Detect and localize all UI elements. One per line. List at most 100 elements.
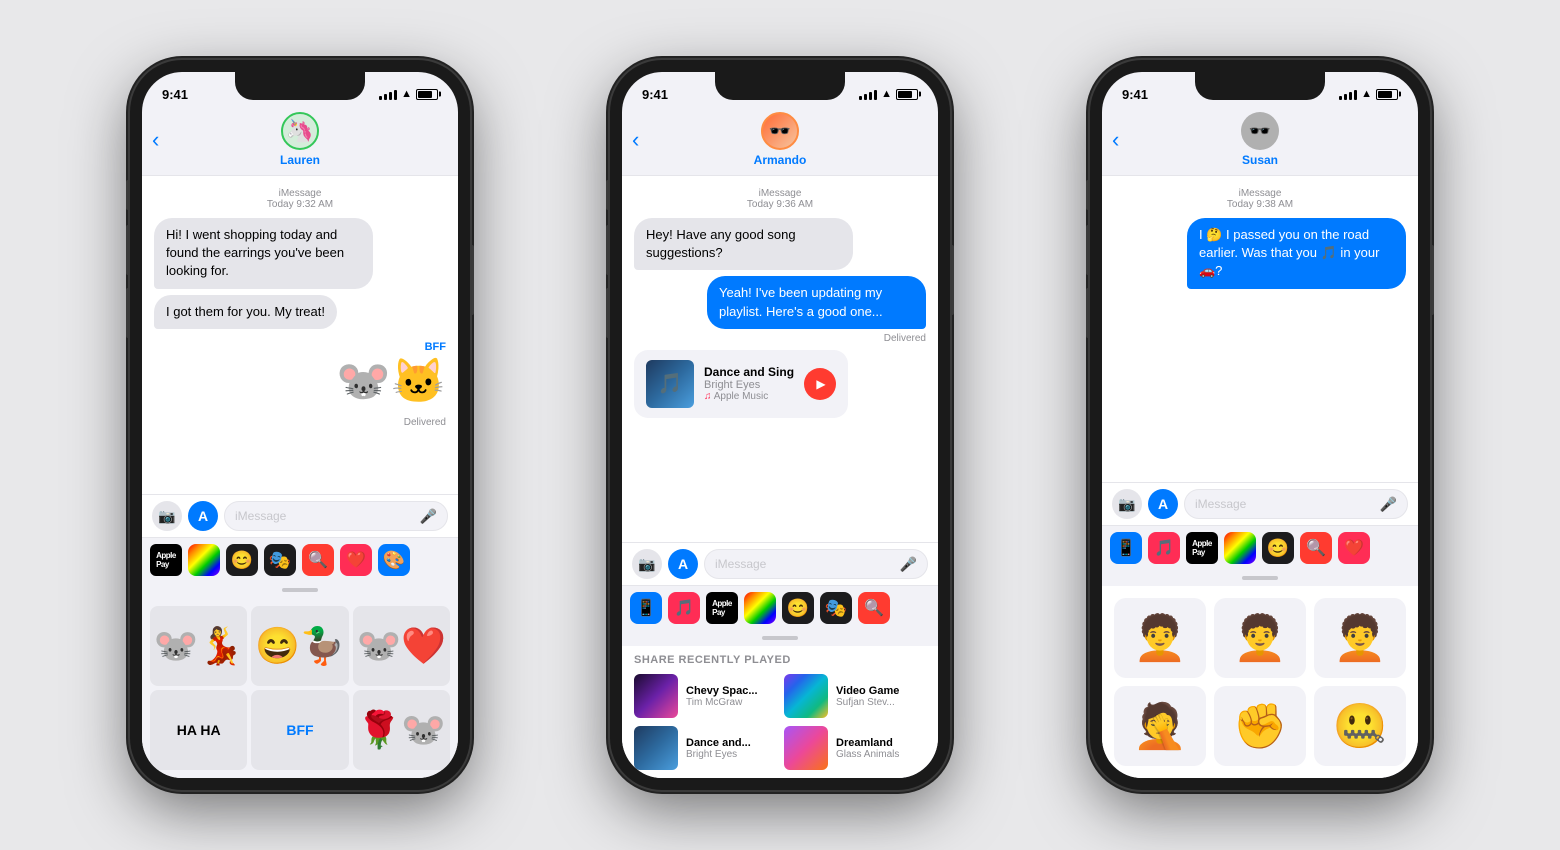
sticker-1[interactable]: 🐭💃 — [150, 606, 247, 686]
search-icon-3[interactable]: 🔍 — [1300, 532, 1332, 564]
app-icon-s1[interactable]: 📱 — [1110, 532, 1142, 564]
memoji-6[interactable]: 🤐 — [1314, 686, 1406, 766]
camera-button-3[interactable]: 📷 — [1112, 489, 1142, 519]
app-strip-armando: 📱 🎵 ApplePay 😊 🎭 🔍 — [622, 585, 938, 630]
sbar3 — [1349, 92, 1352, 100]
apple-pay-icon[interactable]: ApplePay — [150, 544, 182, 576]
app-icon-1[interactable]: 📱 — [630, 592, 662, 624]
sticker-icon[interactable]: 🎭 — [264, 544, 296, 576]
message-armando-2: Yeah! I've been updating my playlist. He… — [707, 276, 926, 328]
sb1 — [859, 96, 862, 100]
audio-button-3[interactable]: 🎤 — [1380, 496, 1397, 513]
rp-title-2: Video Game — [836, 685, 899, 697]
apple-pay-icon-2[interactable]: ApplePay — [706, 592, 738, 624]
contact-name-lauren[interactable]: Lauren — [280, 153, 320, 167]
recently-played-title: SHARE RECENTLY PLAYED — [634, 654, 926, 666]
back-button[interactable]: ‹ — [152, 127, 159, 153]
notch-2 — [715, 72, 845, 100]
notch — [235, 72, 365, 100]
rp-title-3: Dance and... — [686, 737, 751, 749]
battery-icon — [416, 89, 438, 100]
side-btn-vol-down — [126, 288, 130, 338]
memoji-icon[interactable]: 😊 — [226, 544, 258, 576]
sb4 — [874, 90, 877, 100]
message-armando-1: Hey! Have any good song suggestions? — [634, 218, 853, 270]
message-bubble-1: Hi! I went shopping today and found the … — [154, 218, 373, 289]
music-artist: Bright Eyes — [704, 379, 794, 391]
memoji-1[interactable]: 🧑‍🦱 — [1114, 598, 1206, 678]
app-store-button-3[interactable]: A — [1148, 489, 1178, 519]
contact-info-armando: 🕶️ Armando — [754, 112, 807, 167]
delivered-label: Delivered — [154, 417, 446, 428]
rp-artist-2: Sufjan Stev... — [836, 697, 899, 708]
phone-armando-wrapper: 9:41 ▲ ‹ — [540, 20, 1020, 830]
app-strip-susan: 📱 🎵 ApplePay 😊 🔍 ❤️ — [1102, 525, 1418, 570]
status-icons: ▲ — [379, 88, 438, 100]
memoji-2[interactable]: 🧑‍🦱 — [1214, 598, 1306, 678]
music-icon-s[interactable]: 🎵 — [1148, 532, 1180, 564]
apple-pay-icon-3[interactable]: ApplePay — [1186, 532, 1218, 564]
sticker-6[interactable]: 🌹🐭 — [353, 690, 450, 770]
chat-area-susan[interactable]: iMessage Today 9:38 AM I 🤔 I passed you … — [1102, 176, 1418, 482]
chat-area-lauren[interactable]: iMessage Today 9:32 AM Hi! I went shoppi… — [142, 176, 458, 494]
music-title: Dance and Sing — [704, 365, 794, 379]
audio-button[interactable]: 🎤 — [420, 508, 437, 525]
signal-bars — [379, 88, 397, 100]
rp-item-2[interactable]: Video Game Sufjan Stev... — [784, 674, 926, 718]
pride-icon[interactable] — [188, 544, 220, 576]
contact-avatar-armando: 🕶️ — [761, 112, 799, 150]
imessage-label: iMessage Today 9:32 AM — [154, 188, 446, 210]
rp-thumb-2 — [784, 674, 828, 718]
chat-header-susan: ‹ 🕶️ Susan — [1102, 108, 1418, 176]
message-placeholder-3: iMessage — [1195, 497, 1246, 511]
app-store-button[interactable]: A — [188, 501, 218, 531]
memoji-icon-2[interactable]: 😊 — [782, 592, 814, 624]
back-button-2[interactable]: ‹ — [632, 127, 639, 153]
sticker-2[interactable]: 😄🦆 — [251, 606, 348, 686]
status-time-2: 9:41 — [642, 87, 668, 102]
music-icon[interactable]: 🎵 — [668, 592, 700, 624]
side-btn-mute — [126, 180, 130, 210]
message-susan-1: I 🤔 I passed you on the road earlier. Wa… — [1187, 218, 1406, 289]
app-store-button-2[interactable]: A — [668, 549, 698, 579]
sticker-5[interactable]: BFF — [251, 690, 348, 770]
memoji-icon-3[interactable]: 😊 — [1262, 532, 1294, 564]
memoji-3[interactable]: 🧑‍🦱 — [1314, 598, 1406, 678]
pride-icon-2[interactable] — [744, 592, 776, 624]
rp-item-3[interactable]: Dance and... Bright Eyes — [634, 726, 776, 770]
side-btn-vol-down-2 — [606, 288, 610, 338]
camera-button-2[interactable]: 📷 — [632, 549, 662, 579]
rp-item-4[interactable]: Dreamland Glass Animals — [784, 726, 926, 770]
signal-bars-2 — [859, 88, 877, 100]
pride-icon-3[interactable] — [1224, 532, 1256, 564]
sticker-3[interactable]: 🐭❤️ — [353, 606, 450, 686]
play-button[interactable] — [804, 368, 836, 400]
message-input-susan[interactable]: iMessage 🎤 — [1184, 489, 1408, 519]
memoji-4[interactable]: 🤦 — [1114, 686, 1206, 766]
rp-item-1[interactable]: Chevy Spac... Tim McGraw — [634, 674, 776, 718]
phones-container: 9:41 ▲ — [0, 0, 1560, 850]
sticker-4[interactable]: HA HA — [150, 690, 247, 770]
contact-name-susan[interactable]: Susan — [1242, 153, 1278, 167]
music-card-armando[interactable]: 🎵 Dance and Sing Bright Eyes ♫ Apple Mus… — [634, 350, 848, 418]
camera-button[interactable]: 📷 — [152, 501, 182, 531]
chat-area-armando[interactable]: iMessage Today 9:36 AM Hey! Have any goo… — [622, 176, 938, 542]
rp-thumb-4 — [784, 726, 828, 770]
sb3 — [869, 92, 872, 100]
chat-header-armando: ‹ 🕶️ Armando — [622, 108, 938, 176]
message-input-armando[interactable]: iMessage 🎤 — [704, 549, 928, 579]
music-info: Dance and Sing Bright Eyes ♫ Apple Music — [704, 365, 794, 402]
message-input-lauren[interactable]: iMessage 🎤 — [224, 501, 448, 531]
memoji-5[interactable]: ✊ — [1214, 686, 1306, 766]
search-icon-2[interactable]: 🔍 — [858, 592, 890, 624]
selected-icon[interactable]: 🎨 — [378, 544, 410, 576]
contact-name-armando[interactable]: Armando — [754, 153, 807, 167]
screen-content-armando: 9:41 ▲ ‹ — [622, 72, 938, 778]
heart-icon[interactable]: ❤️ — [340, 544, 372, 576]
sticker-icon-2[interactable]: 🎭 — [820, 592, 852, 624]
rp-info-4: Dreamland Glass Animals — [836, 737, 899, 760]
search-icon[interactable]: 🔍 — [302, 544, 334, 576]
back-button-3[interactable]: ‹ — [1112, 127, 1119, 153]
heart-icon-3[interactable]: ❤️ — [1338, 532, 1370, 564]
audio-button-2[interactable]: 🎤 — [900, 556, 917, 573]
